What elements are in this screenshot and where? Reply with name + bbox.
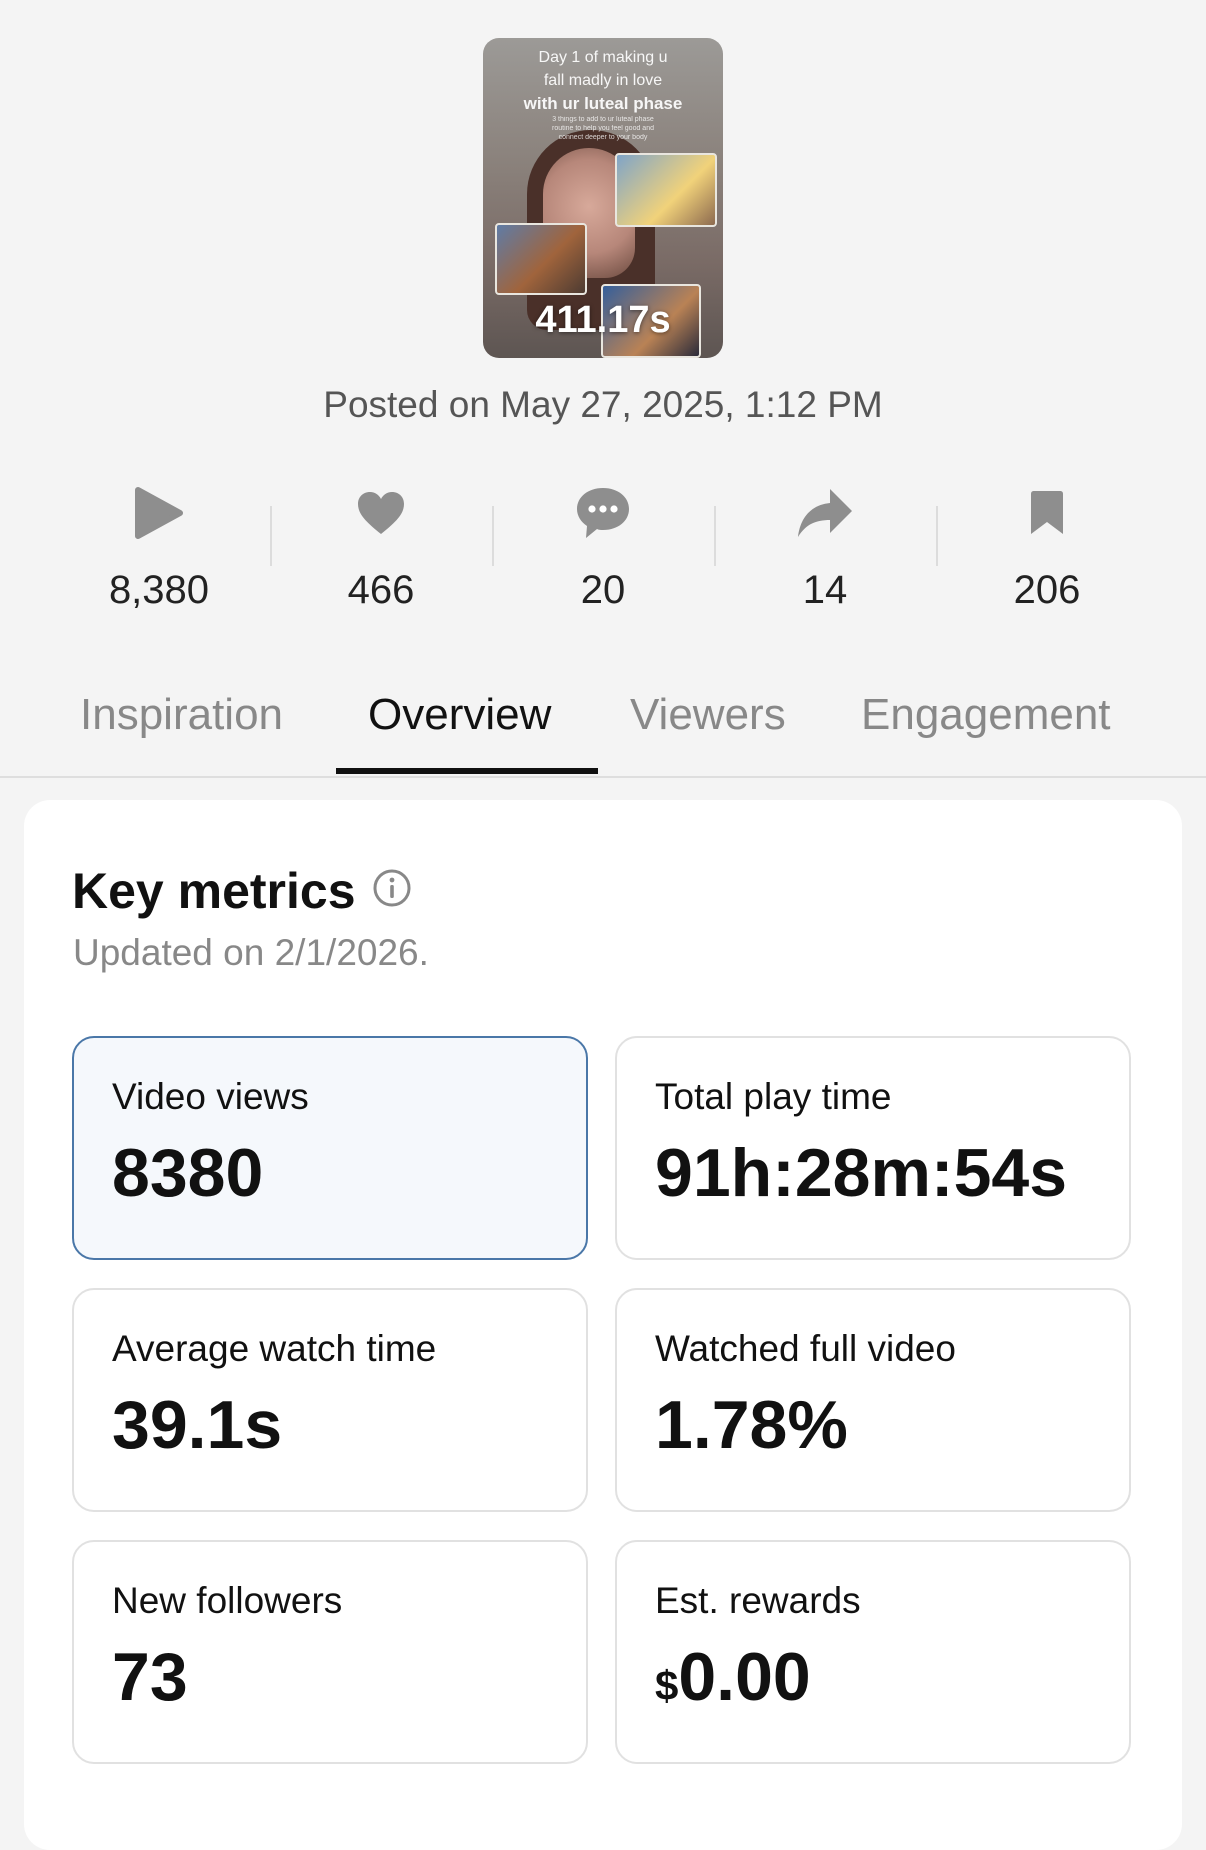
active-tab-indicator [336,768,598,774]
metric-value: 39.1s [112,1387,283,1463]
metric-label: Est. rewards [655,1580,861,1621]
posted-date: Posted on May 27, 2025, 1:12 PM [323,384,883,425]
metric-value: 73 [112,1639,188,1715]
info-icon[interactable] [372,862,412,920]
tab-inspiration[interactable]: Inspiration [80,690,283,740]
tab-viewers[interactable]: Viewers [630,690,786,740]
metric-amount: 0.00 [678,1639,811,1715]
tab-engagement[interactable]: Engagement [861,690,1111,740]
thumbnail-sticker [495,223,587,295]
stat-value: 14 [802,568,848,612]
metric-value: 91h:28m:54s [655,1135,1068,1211]
caption-small-line: connect deeper to your body [558,134,648,141]
caption-small-line: 3 things to add to ur luteal phase [552,116,654,123]
stats-row: 8,380 466 20 14 206 [48,482,1158,627]
share-icon [714,482,936,544]
stat-saves: 206 [936,482,1158,627]
metric-value: 1.78% [655,1387,848,1463]
stat-views: 8,380 [48,482,270,627]
comment-icon [492,482,714,544]
metric-label: Total play time [655,1076,892,1117]
tab-overview[interactable]: Overview [368,690,551,740]
tab-bar: Inspiration Overview Viewers Engagement [0,680,1206,778]
metric-card-est-rewards[interactable]: Est. rewards $0.00 [615,1540,1131,1764]
heart-icon [270,482,492,544]
metric-card-video-views[interactable]: Video views 8380 [72,1036,588,1260]
metric-card-average-watch-time[interactable]: Average watch time 39.1s [72,1288,588,1512]
key-metrics-title: Key metrics [72,863,356,919]
metric-value: 8380 [112,1135,264,1211]
currency-symbol: $ [655,1662,679,1709]
stat-comments: 20 [492,482,714,627]
play-icon [48,482,270,544]
stat-likes: 466 [270,482,492,627]
caption-line: fall madly in love [543,72,663,89]
video-thumbnail[interactable]: Day 1 of making u fall madly in love wit… [483,38,723,358]
metric-label: Watched full video [655,1328,956,1369]
bookmark-icon [936,482,1158,544]
stat-shares: 14 [714,482,936,627]
stat-value: 466 [347,568,415,612]
caption-small-line: routine to help you feel good and [552,125,654,132]
video-duration: 411.17s [535,299,671,341]
stat-value: 8,380 [108,568,210,612]
metric-card-total-play-time[interactable]: Total play time 91h:28m:54s [615,1036,1131,1260]
stat-value: 206 [1013,568,1081,612]
metric-label: New followers [112,1580,343,1621]
metric-label: Video views [112,1076,309,1117]
stat-value: 20 [580,568,626,612]
metric-value: $0.00 [655,1638,811,1716]
updated-date: Updated on 2/1/2026. [73,932,429,973]
key-metrics-header: Key metrics [72,862,412,920]
caption-line: with ur luteal phase [523,94,683,113]
metric-card-new-followers[interactable]: New followers 73 [72,1540,588,1764]
metric-card-watched-full-video[interactable]: Watched full video 1.78% [615,1288,1131,1512]
metric-label: Average watch time [112,1328,437,1369]
key-metrics-panel: Key metrics Updated on 2/1/2026. Video v… [24,800,1182,1850]
thumbnail-caption: Day 1 of making u fall madly in love wit… [483,46,723,142]
thumbnail-sticker [615,153,717,227]
caption-line: Day 1 of making u [538,49,668,66]
